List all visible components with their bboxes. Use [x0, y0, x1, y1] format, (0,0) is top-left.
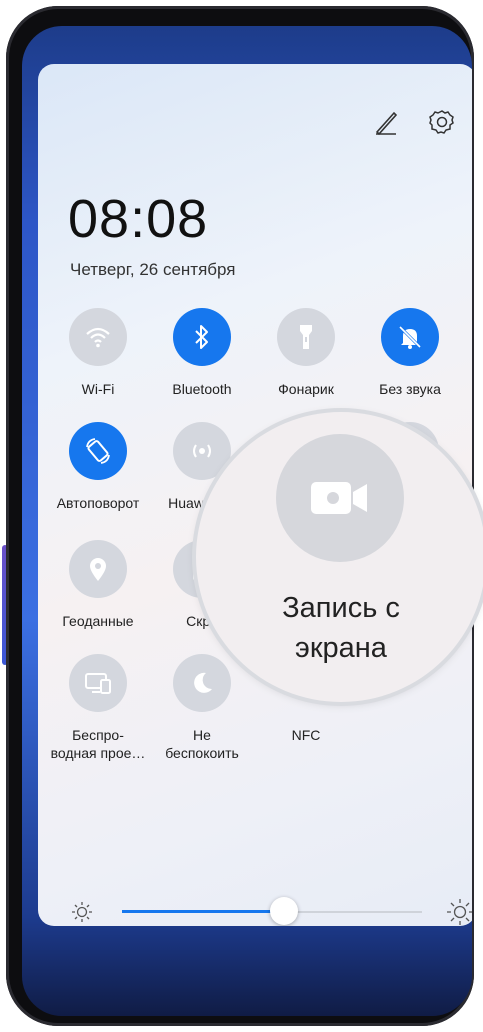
- tile-label: NFC: [291, 727, 321, 743]
- tile-screen-record[interactable]: [276, 434, 404, 562]
- wifi-icon: [86, 327, 110, 348]
- tile-label: Автоповорот: [56, 495, 140, 511]
- huawei-share-icon: [193, 444, 211, 458]
- clock-date: Четверг, 26 сентября: [70, 260, 236, 279]
- auto-rotate-icon: [86, 438, 110, 464]
- tile-auto-rotate[interactable]: Автоповорот: [46, 422, 150, 512]
- tile-label: Не беспокоить: [165, 727, 239, 761]
- settings-gear-icon[interactable]: [428, 108, 456, 136]
- tile-wifi[interactable]: Wi-Fi: [46, 308, 150, 398]
- wireless-projection-icon: [85, 673, 111, 694]
- brightness-low-icon: [72, 902, 92, 922]
- tile-bluetooth[interactable]: Bluetooth: [150, 308, 254, 398]
- tile-flashlight[interactable]: Фонарик: [254, 308, 358, 398]
- tile-label: Без звука: [379, 381, 441, 397]
- tile-wireless-projection[interactable]: Беспро- водная прое…: [46, 654, 150, 762]
- do-not-disturb-moon-icon: [194, 672, 212, 693]
- brightness-track-fill: [122, 910, 284, 913]
- location-pin-icon: [90, 558, 106, 581]
- flashlight-icon: [300, 325, 312, 349]
- tile-silent[interactable]: Без звука: [358, 308, 462, 398]
- edit-pencil-icon[interactable]: [372, 108, 400, 136]
- brightness-thumb[interactable]: [270, 897, 298, 925]
- screen-record-label: Запись с экрана: [282, 592, 400, 664]
- tile-label: Bluetooth: [172, 381, 232, 397]
- clock-time: 08:08: [68, 189, 209, 249]
- brightness-high-icon: [447, 899, 472, 925]
- tile-label: Wi-Fi: [81, 381, 115, 397]
- panel-top-icons: [372, 108, 456, 136]
- mute-bell-icon: [398, 325, 422, 349]
- brightness-slider[interactable]: [60, 892, 472, 926]
- magnifier-callout: Запись с экрана: [196, 412, 483, 702]
- tile-label: Беспро- водная прое…: [50, 727, 146, 761]
- tile-location[interactable]: Геоданные: [46, 540, 150, 630]
- screen-record-camera-icon: [311, 482, 367, 514]
- tile-label: Фонарик: [278, 381, 334, 397]
- bluetooth-icon: [195, 325, 208, 349]
- tile-label: Геоданные: [62, 613, 134, 629]
- tile-do-not-disturb[interactable]: Не беспокоить: [150, 654, 254, 762]
